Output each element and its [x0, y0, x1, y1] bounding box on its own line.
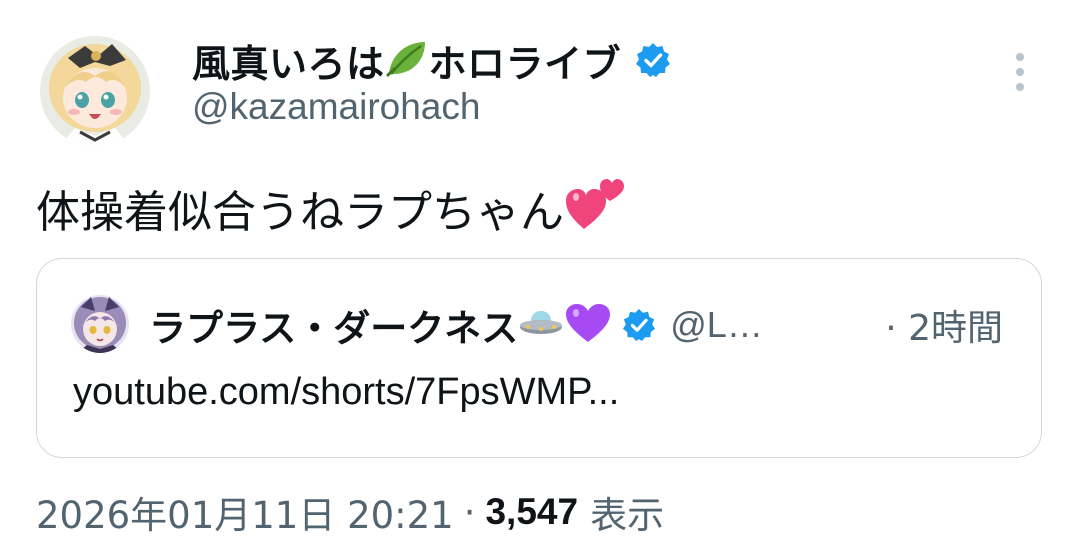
- purple-heart-icon: [564, 302, 612, 348]
- tweet-text: 体操着似合うねラプちゃん: [36, 176, 628, 240]
- more-dot-icon: [1016, 53, 1024, 61]
- more-options-button[interactable]: [1004, 50, 1036, 94]
- quote-link-text[interactable]: youtube.com/shorts/7FpsWMP...: [73, 371, 619, 414]
- more-dot-icon: [1016, 68, 1024, 76]
- author-handle[interactable]: @kazamairohach: [192, 86, 480, 128]
- author-display-name[interactable]: 風真いろは: [192, 33, 385, 88]
- quote-display-name[interactable]: ラプラス・ダークネス: [149, 298, 518, 352]
- quote-verified-badge-icon: [622, 308, 656, 342]
- author-name-row[interactable]: 風真いろは ホロライブ: [192, 32, 671, 88]
- tweet-meta-row: 2026年01月11日 20:21 · 3,547 表示: [36, 484, 664, 540]
- author-name-suffix[interactable]: ホロライブ: [429, 33, 622, 88]
- two-hearts-icon: [564, 173, 628, 244]
- quote-timestamp[interactable]: · 2時間: [885, 297, 1003, 353]
- author-avatar[interactable]: [40, 36, 150, 146]
- tweet-timestamp[interactable]: 2026年01月11日 20:21: [36, 485, 454, 539]
- verified-badge-icon: [635, 42, 671, 78]
- quote-tweet-card[interactable]: ラプラス・ダークネス @L… · 2時間 youtube.com/shorts/…: [36, 258, 1042, 458]
- more-dot-icon: [1016, 83, 1024, 91]
- tweet-text-content: 体操着似合うねラプちゃん: [36, 187, 564, 238]
- view-count: 3,547: [485, 491, 579, 532]
- quote-header: ラプラス・ダークネス @L…: [149, 297, 763, 353]
- leaf-icon: [385, 38, 429, 82]
- quote-handle[interactable]: @L…: [670, 304, 763, 346]
- ufo-icon: [518, 306, 564, 344]
- meta-separator: ·: [463, 490, 476, 534]
- view-label: 表示: [590, 494, 665, 537]
- quote-author-avatar[interactable]: [71, 295, 129, 353]
